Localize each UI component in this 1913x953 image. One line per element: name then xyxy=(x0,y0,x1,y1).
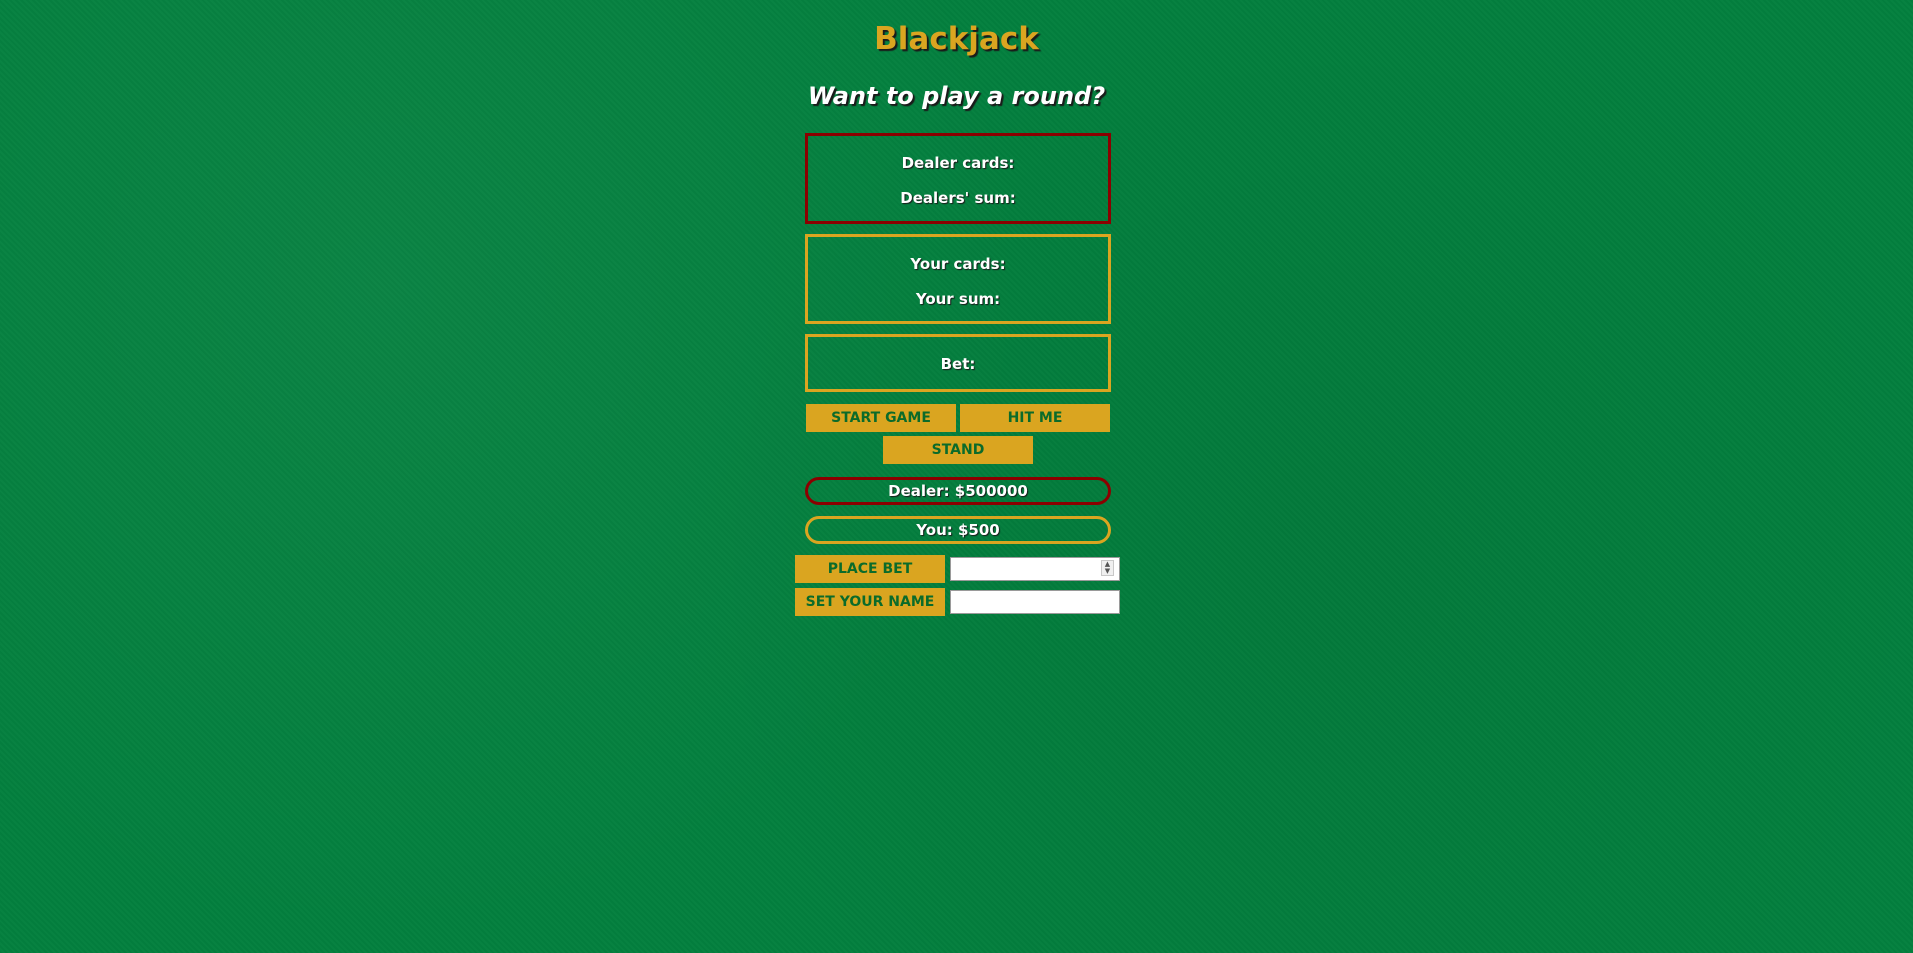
stand-button[interactable]: STAND xyxy=(883,436,1033,464)
dealer-cards-label: Dealer cards: xyxy=(901,154,1015,172)
player-panel: Your cards: Your sum: xyxy=(805,234,1111,324)
number-spinner-icon[interactable]: ▲ ▼ xyxy=(1101,560,1114,576)
dealer-sum-label: Dealers' sum: xyxy=(900,189,1016,207)
player-cards-label: Your cards: xyxy=(910,255,1006,273)
dealer-bank-badge: Dealer: $500000 xyxy=(805,477,1111,505)
player-name-input[interactable] xyxy=(950,590,1120,614)
page-subtitle: Want to play a round? xyxy=(807,82,1106,110)
page-title: Blackjack xyxy=(874,21,1039,57)
player-sum-label: Your sum: xyxy=(915,290,1001,308)
bet-panel: Bet: xyxy=(805,334,1111,392)
start-game-button[interactable]: START GAME xyxy=(806,404,956,432)
chevron-down-icon[interactable]: ▼ xyxy=(1102,568,1113,575)
bet-amount-input[interactable] xyxy=(950,557,1120,581)
dealer-panel: Dealer cards: Dealers' sum: xyxy=(805,133,1111,224)
place-bet-button[interactable]: PLACE BET xyxy=(795,555,945,583)
set-name-button[interactable]: SET YOUR NAME xyxy=(795,588,945,616)
player-bank-badge: You: $500 xyxy=(805,516,1111,544)
bet-label: Bet: xyxy=(940,355,976,373)
hit-me-button[interactable]: HIT ME xyxy=(960,404,1110,432)
